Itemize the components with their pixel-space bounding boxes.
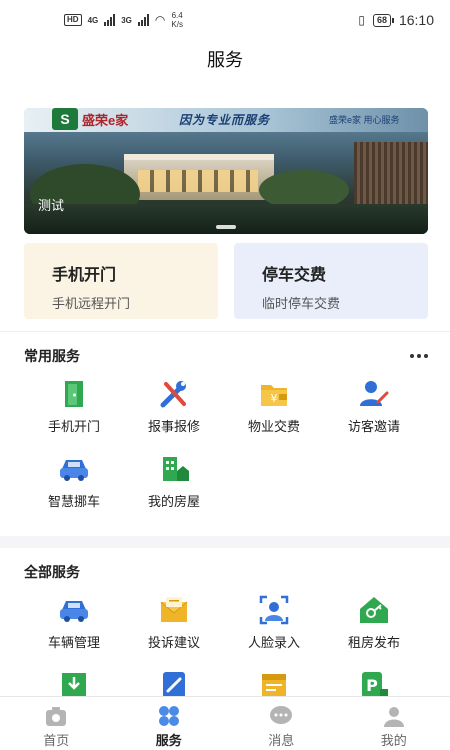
tab-label: 消息	[268, 733, 295, 748]
quick-card-subtitle: 临时停车交费	[262, 296, 341, 311]
tab-home[interactable]: 首页	[0, 697, 113, 750]
tab-bar: 首页 服务 消息 我的	[0, 696, 450, 750]
banner-carousel[interactable]: S 盛荣e家 因为专业而服务 盛荣e家 用心服务 测试	[24, 108, 428, 234]
service-label: 访客邀请	[347, 419, 400, 434]
service-item-visitor[interactable]: 访客邀请	[324, 376, 424, 451]
tab-service[interactable]: 服务	[113, 697, 226, 750]
face-scan-icon	[259, 595, 289, 625]
top-card: S 盛荣e家 因为专业而服务 盛荣e家 用心服务 测试 手机开门 手机远程开门 …	[0, 80, 450, 331]
section-header: 全部服务	[0, 562, 450, 582]
visitor-invite-icon	[360, 381, 389, 406]
speed-unit: K/s	[171, 20, 183, 29]
tab-messages[interactable]: 消息	[225, 697, 338, 750]
banner-fence	[354, 142, 428, 212]
payment-folder-icon: ¥	[261, 385, 287, 406]
status-right: ▯ 68 16:10	[358, 12, 434, 28]
wifi-icon: ◠	[154, 13, 166, 27]
service-item-calendar[interactable]	[224, 667, 324, 696]
banner-ground	[24, 204, 428, 234]
home-icon	[46, 707, 67, 726]
service-label: 我的房屋	[147, 494, 200, 509]
car-icon	[60, 460, 88, 481]
service-label: 物业交费	[247, 419, 300, 434]
section-title: 全部服务	[24, 564, 80, 580]
car-icon	[60, 601, 88, 622]
service-item-repair[interactable]: 报事报修	[124, 376, 224, 451]
service-item-vehicle[interactable]: 车辆管理	[24, 592, 124, 667]
building-icon	[163, 457, 189, 481]
service-label: 租房发布	[347, 635, 400, 650]
network-3g-label: 3G	[121, 15, 132, 25]
network-speed: 6.4 K/s	[171, 11, 183, 29]
tab-label: 服务	[155, 733, 182, 748]
tab-label: 首页	[43, 733, 70, 748]
service-item-payment[interactable]: ¥ 物业交费	[224, 376, 324, 451]
clock: 16:10	[398, 12, 434, 28]
download-box-icon	[62, 673, 86, 696]
section-title: 常用服务	[24, 348, 80, 364]
banner-house	[124, 154, 274, 200]
service-item-parking[interactable]: P	[324, 667, 424, 696]
service-item-complaint[interactable]: 投诉建议	[124, 592, 224, 667]
service-label: 车辆管理	[47, 635, 100, 650]
profile-icon	[383, 707, 404, 727]
svg-text:P: P	[366, 676, 378, 695]
tab-label: 我的	[380, 733, 407, 748]
calendar-icon	[262, 674, 286, 696]
service-label: 报事报修	[147, 419, 200, 434]
service-item-my-house[interactable]: 我的房屋	[124, 451, 224, 526]
phone-call-icon	[163, 672, 185, 696]
service-item-face[interactable]: 人脸录入	[224, 592, 324, 667]
status-bar: HD 4G 3G ◠ 6.4 K/s ▯ 68 16:10	[0, 0, 450, 40]
banner-slogan: 因为专业而服务	[179, 113, 271, 127]
quick-card-subtitle: 手机远程开门	[52, 296, 131, 311]
tab-profile[interactable]: 我的	[338, 697, 450, 750]
service-label: 人脸录入	[247, 635, 300, 650]
quick-card-door[interactable]: 手机开门 手机远程开门	[24, 243, 218, 319]
quick-card-parking[interactable]: 停车交费 临时停车交费	[234, 243, 428, 319]
service-item-move-car[interactable]: 智慧挪车	[24, 451, 124, 526]
service-item-rental[interactable]: 租房发布	[324, 592, 424, 667]
svg-text:¥: ¥	[271, 392, 278, 405]
service-label: 智慧挪车	[47, 494, 100, 509]
door-icon	[65, 381, 83, 407]
quick-card-title: 手机开门	[52, 267, 117, 284]
all-services-grid: 车辆管理 投诉建议 人脸录入 租房发布 P	[0, 582, 450, 696]
carousel-indicator[interactable]	[216, 225, 236, 229]
speed-value: 6.4	[171, 11, 183, 20]
quick-actions: 手机开门 手机远程开门 停车交费 临时停车交费	[24, 243, 428, 331]
signal-icon	[137, 14, 149, 26]
hd-badge: HD	[64, 14, 82, 26]
repair-tools-icon	[160, 381, 186, 408]
service-label: 手机开门	[47, 419, 100, 434]
battery-icon: 68	[372, 13, 394, 27]
more-icon[interactable]	[410, 354, 428, 358]
common-services-grid: 手机开门 报事报修 ¥ 物业交费 访客邀请 智慧挪车 我的房屋	[0, 366, 450, 526]
service-item-door[interactable]: 手机开门	[24, 376, 124, 451]
service-item-phone[interactable]	[124, 667, 224, 696]
brand-logo: S	[52, 108, 78, 130]
all-services-section: 全部服务 车辆管理 投诉建议 人脸录入 租房发布 P	[0, 548, 450, 696]
status-left: HD 4G 3G ◠ 6.4 K/s	[64, 11, 183, 29]
envelope-icon	[160, 597, 188, 622]
banner-caption: 测试	[38, 198, 65, 213]
message-icon	[270, 706, 293, 724]
common-services-section: 常用服务 手机开门 报事报修 ¥ 物业交费 访客邀请 智慧挪车 我的房屋	[0, 331, 450, 536]
network-4g-label: 4G	[87, 15, 99, 25]
service-grid-icon	[158, 706, 179, 726]
house-key-icon	[360, 597, 388, 623]
main-content[interactable]: S 盛荣e家 因为专业而服务 盛荣e家 用心服务 测试 手机开门 手机远程开门 …	[0, 80, 450, 696]
service-label: 投诉建议	[147, 635, 200, 650]
service-item-download[interactable]	[24, 667, 124, 696]
quick-card-title: 停车交费	[262, 267, 327, 284]
vibrate-icon: ▯	[358, 13, 365, 27]
banner-slogan-tail: 盛荣e家 用心服务	[329, 115, 400, 125]
section-header: 常用服务	[0, 346, 450, 366]
page-title: 服务	[0, 40, 450, 80]
signal-icon	[104, 14, 116, 26]
banner-brand: 盛荣e家	[82, 113, 129, 128]
parking-icon: P	[362, 672, 388, 696]
